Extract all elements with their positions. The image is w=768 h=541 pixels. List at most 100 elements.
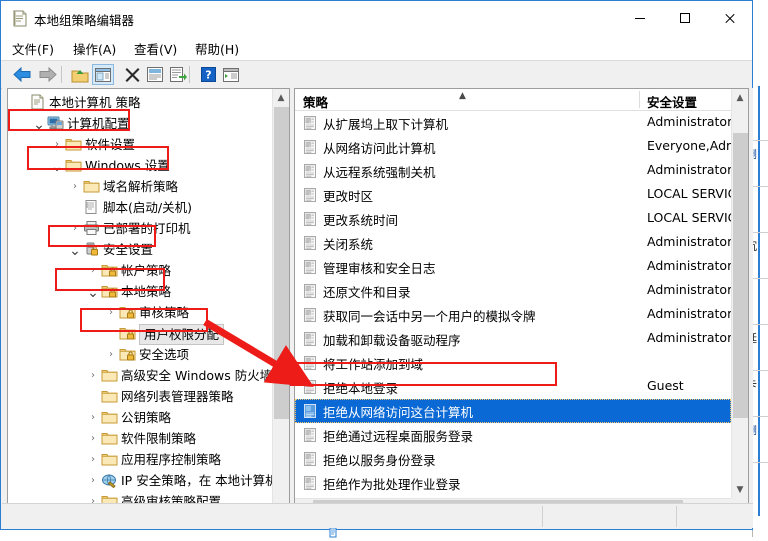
list-header: 策略 安全设置 ▲ xyxy=(295,89,731,111)
tree-item-17[interactable]: › 应用程序控制策略 xyxy=(8,449,272,470)
column-header-policy[interactable]: 策略 xyxy=(303,92,328,111)
tree-item-0[interactable]: 本地计算机 策略 xyxy=(8,92,272,113)
scroll-up-button[interactable]: ▲ xyxy=(273,89,289,106)
chevron-right-icon[interactable]: › xyxy=(68,176,82,197)
chevron-down-icon[interactable]: ⌄ xyxy=(50,158,64,174)
column-header-security[interactable]: 安全设置 xyxy=(647,92,697,111)
navigation-tree-pane: 本地计算机 策略 ⌄ 计算机配置 › 软件设置 ⌄ Windows 设置 › 域名解析策略 脚本(… xyxy=(7,88,290,516)
column-divider[interactable] xyxy=(639,91,640,108)
chevron-right-icon[interactable]: › xyxy=(86,407,100,428)
scroll-up-button[interactable]: ▲ xyxy=(732,89,748,106)
chevron-down-icon[interactable]: ⌄ xyxy=(32,116,46,132)
policy-setting-icon xyxy=(302,115,318,131)
folder-icon xyxy=(101,409,118,425)
chevron-right-icon[interactable]: › xyxy=(50,134,64,155)
status-separator xyxy=(542,506,543,527)
policy-row-14[interactable]: 拒绝以服务身份登录 xyxy=(295,447,731,471)
tree-item-16[interactable]: › 软件限制策略 xyxy=(8,428,272,449)
policy-row-11[interactable]: 拒绝本地登录 Guest xyxy=(295,375,731,399)
policy-setting-icon xyxy=(302,355,318,371)
tree-item-5[interactable]: 脚本(启动/关机) xyxy=(8,197,272,218)
folder-icon xyxy=(101,430,118,446)
chevron-right-icon[interactable]: › xyxy=(86,449,100,470)
folder-icon xyxy=(65,157,82,173)
policy-row-2[interactable]: 从远程系统强制关机 Administrators xyxy=(295,159,731,183)
menu-item-help[interactable]: 帮助(H) xyxy=(195,39,239,58)
tree-item-10[interactable]: › 审核策略 xyxy=(8,302,272,323)
policy-row-12[interactable]: 拒绝从网络访问这台计算机 xyxy=(295,399,731,423)
policy-name: 更改时区 xyxy=(323,189,374,204)
list-vertical-scrollbar[interactable]: ▲ ▼ xyxy=(731,89,748,498)
tree-item-label: 软件设置 xyxy=(85,137,136,152)
policy-name: 拒绝作为批处理作业登录 xyxy=(323,477,461,492)
tree-item-3[interactable]: ⌄ Windows 设置 xyxy=(8,155,272,176)
chevron-right-icon[interactable]: › xyxy=(104,344,118,365)
close-button[interactable] xyxy=(707,1,752,35)
tree-item-4[interactable]: › 域名解析策略 xyxy=(8,176,272,197)
tree-item-6[interactable]: › 已部署的打印机 xyxy=(8,218,272,239)
chevron-right-icon[interactable]: › xyxy=(86,260,100,281)
menu-item-view[interactable]: 查看(V) xyxy=(134,39,177,58)
tree-item-15[interactable]: › 公钥策略 xyxy=(8,407,272,428)
policy-name: 更改系统时间 xyxy=(323,213,399,228)
policy-row-7[interactable]: 还原文件和目录 Administrators,E xyxy=(295,279,731,303)
policy-row-1[interactable]: 从网络访问此计算机 Everyone,Admin xyxy=(295,135,731,159)
chevron-right-icon[interactable]: › xyxy=(104,302,118,323)
export-list-icon[interactable] xyxy=(167,64,189,85)
policy-row-10[interactable]: 将工作站添加到域 xyxy=(295,351,731,375)
chevron-right-icon[interactable]: › xyxy=(68,218,82,239)
svg-text:?: ? xyxy=(205,69,211,82)
policy-row-13[interactable]: 拒绝通过远程桌面服务登录 xyxy=(295,423,731,447)
tree-item-7[interactable]: ⌄ 安全设置 xyxy=(8,239,272,260)
policy-setting-icon xyxy=(302,427,318,443)
chevron-right-icon[interactable]: › xyxy=(86,365,100,386)
policy-name: 还原文件和目录 xyxy=(323,285,411,300)
tree-item-14[interactable]: 网络列表管理器策略 xyxy=(8,386,272,407)
chevron-right-icon[interactable]: › xyxy=(86,428,100,449)
menu-item-file[interactable]: 文件(F) xyxy=(12,39,54,58)
properties-icon[interactable] xyxy=(144,64,166,85)
tree-item-9[interactable]: ⌄ 本地策略 xyxy=(8,281,272,302)
tree-item-label: Windows 设置 xyxy=(85,158,170,173)
show-tree-pane-icon[interactable] xyxy=(92,64,114,85)
tree-item-13[interactable]: › 高级安全 Windows 防火墙 xyxy=(8,365,272,386)
policy-row-9[interactable]: 加载和卸载设备驱动程序 Administrators xyxy=(295,327,731,351)
policy-name: 拒绝本地登录 xyxy=(323,381,399,396)
minimize-icon xyxy=(634,17,645,19)
help-icon[interactable]: ? xyxy=(197,64,219,85)
policy-row-3[interactable]: 更改时区 LOCAL SERVICE, xyxy=(295,183,731,207)
chevron-down-icon[interactable]: ⌄ xyxy=(86,284,100,300)
window-controls xyxy=(617,1,752,35)
tree-scrollbar-thumb[interactable] xyxy=(274,107,289,419)
tree-item-label: 用户权限分配 xyxy=(139,324,225,345)
tree-item-12[interactable]: › 安全选项 xyxy=(8,344,272,365)
chevron-right-icon[interactable]: › xyxy=(86,470,100,491)
scroll-down-button[interactable]: ▼ xyxy=(732,481,748,498)
policy-row-6[interactable]: 管理审核和安全日志 Administrators xyxy=(295,255,731,279)
policy-list-canvas[interactable]: 从扩展坞上取下计算机 Administrators,U 从网络访问此计算机 Every… xyxy=(295,111,731,498)
policy-name: 从网络访问此计算机 xyxy=(323,141,436,156)
forward-arrow-icon[interactable] xyxy=(37,64,59,85)
list-scrollbar-thumb[interactable] xyxy=(733,133,748,418)
menu-item-action[interactable]: 操作(A) xyxy=(73,39,116,58)
up-folder-icon[interactable] xyxy=(69,64,91,85)
tree-canvas[interactable]: 本地计算机 策略 ⌄ 计算机配置 › 软件设置 ⌄ Windows 设置 › 域名解析策略 脚本(… xyxy=(8,89,272,515)
tree-item-label: 应用程序控制策略 xyxy=(121,452,222,467)
policy-row-8[interactable]: 获取同一会话中另一个用户的模拟令牌 Administrators xyxy=(295,303,731,327)
policy-row-5[interactable]: 关闭系统 Administrators,U xyxy=(295,231,731,255)
tree-item-18[interactable]: › IP 安全策略，在 本地计算机 xyxy=(8,470,272,491)
policy-row-15[interactable]: 拒绝作为批处理作业登录 xyxy=(295,471,731,495)
policy-row-4[interactable]: 更改系统时间 LOCAL SERVICE, xyxy=(295,207,731,231)
chevron-down-icon[interactable]: ⌄ xyxy=(68,242,82,258)
back-arrow-icon[interactable] xyxy=(11,64,33,85)
tree-item-1[interactable]: ⌄ 计算机配置 xyxy=(8,113,272,134)
show-action-pane-icon[interactable] xyxy=(220,64,242,85)
tree-item-11[interactable]: 用户权限分配 xyxy=(8,323,272,345)
minimize-button[interactable] xyxy=(617,1,662,35)
tree-item-2[interactable]: › 软件设置 xyxy=(8,134,272,155)
tree-vertical-scrollbar[interactable]: ▲ ▼ xyxy=(272,89,289,515)
maximize-button[interactable] xyxy=(662,1,707,35)
policy-row-0[interactable]: 从扩展坞上取下计算机 Administrators,U xyxy=(295,111,731,135)
delete-icon[interactable] xyxy=(121,64,143,85)
tree-item-8[interactable]: › 帐户策略 xyxy=(8,260,272,281)
